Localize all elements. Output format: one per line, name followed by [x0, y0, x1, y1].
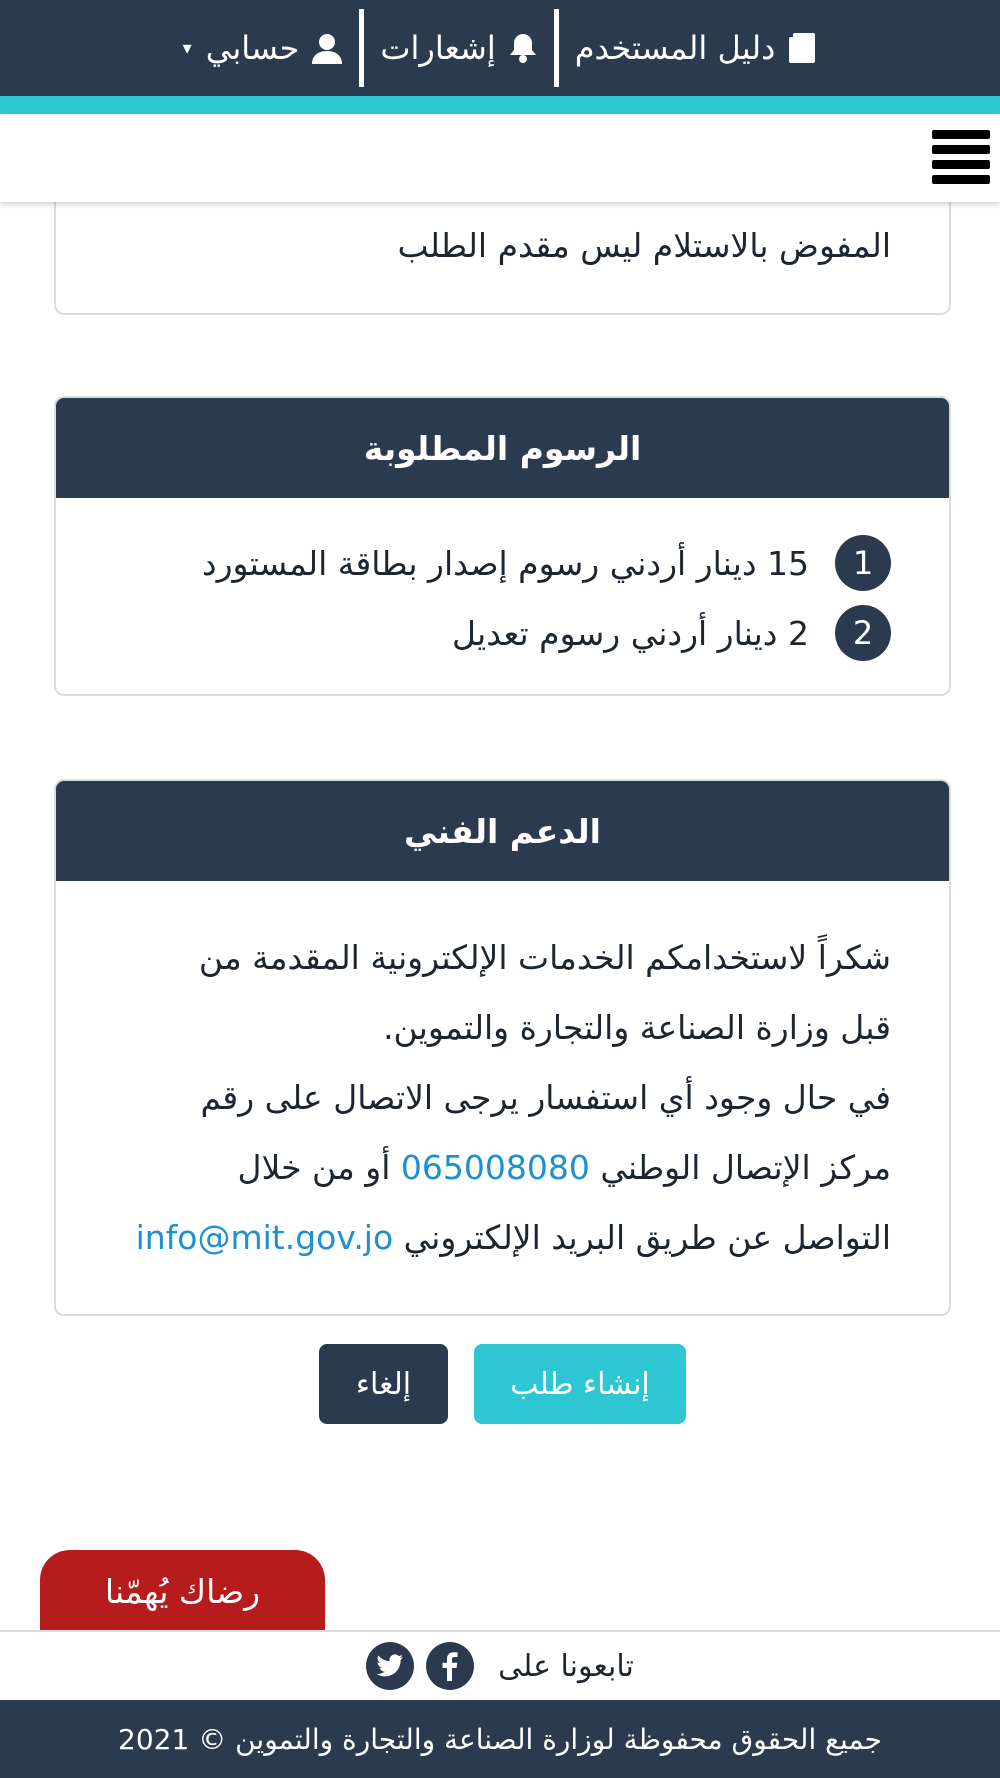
fee-number-badge: 2 [835, 605, 891, 661]
support-line-text: أو من خلال [237, 1148, 391, 1187]
support-line: في حال وجود أي استفسار يرجى الاتصال على … [200, 1078, 891, 1117]
cancel-button[interactable]: إلغاء [319, 1344, 448, 1424]
feedback-button[interactable]: رضاك يُهمّنا [40, 1550, 325, 1632]
user-guide-label: دليل المستخدم [574, 29, 776, 67]
fee-item: 1 15 دينار أردني رسوم إصدار بطاقة المستو… [56, 528, 949, 598]
fees-card: الرسوم المطلوبة 1 15 دينار أردني رسوم إص… [54, 396, 951, 696]
user-icon [312, 34, 343, 64]
fees-title: الرسوم المطلوبة [56, 398, 949, 498]
menu-bar [932, 160, 990, 169]
top-nav-bar: دليل المستخدم إشعارات حسابي ▾ [0, 0, 1000, 96]
facebook-icon[interactable] [426, 1642, 475, 1690]
support-title: الدعم الفني [56, 781, 949, 881]
fees-list: 1 15 دينار أردني رسوم إصدار بطاقة المستو… [56, 498, 949, 668]
follow-label: تابعونا على [498, 1648, 634, 1684]
footer: جميع الحقوق محفوظة لوزارة الصناعة والتجا… [0, 1700, 1000, 1778]
account-label: حسابي [205, 29, 300, 67]
menu-icon[interactable] [932, 130, 990, 184]
book-icon [789, 33, 816, 63]
chevron-down-icon: ▾ [182, 37, 192, 59]
conditions-text: المفوض بالاستلام ليس مقدم الطلب [397, 226, 891, 265]
menu-bar [932, 175, 990, 184]
notifications-label: إشعارات [380, 29, 496, 67]
support-line: التواصل عن طريق البريد الإلكتروني info@m… [110, 1203, 891, 1273]
support-body: شكراً لاستخدامكم الخدمات الإلكترونية الم… [56, 881, 949, 1273]
phone-link[interactable]: 065008080 [401, 1148, 590, 1187]
bell-icon [509, 34, 536, 63]
topbar-divider [553, 9, 559, 87]
notifications-link[interactable]: إشعارات [364, 29, 553, 67]
support-line: مركز الإتصال الوطني 065008080 أو من خلال [110, 1133, 891, 1203]
support-line: شكراً لاستخدامكم الخدمات الإلكترونية الم… [198, 938, 891, 977]
follow-row: تابعونا على [0, 1630, 1000, 1700]
fee-item: 2 2 دينار أردني رسوم تعديل [56, 598, 949, 668]
menu-bar [932, 145, 990, 154]
page: دليل المستخدم إشعارات حسابي ▾ المفوض بال… [0, 0, 1000, 1778]
sub-header [0, 114, 1000, 202]
twitter-icon[interactable] [366, 1642, 415, 1690]
accent-stripe [0, 96, 1000, 114]
fee-text: 15 دينار أردني رسوم إصدار بطاقة المستورد [201, 543, 809, 583]
account-menu[interactable]: حسابي ▾ [167, 29, 360, 67]
copyright-text: جميع الحقوق محفوظة لوزارة الصناعة والتجا… [118, 1722, 882, 1756]
support-line-text: مركز الإتصال الوطني [600, 1148, 891, 1187]
topbar-divider [359, 9, 365, 87]
user-guide-link[interactable]: دليل المستخدم [559, 29, 834, 67]
support-line-text: التواصل عن طريق البريد الإلكتروني [403, 1218, 891, 1257]
support-line: قبل وزارة الصناعة والتجارة والتموين. [383, 1008, 891, 1047]
fee-text: 2 دينار أردني رسوم تعديل [452, 613, 809, 653]
fee-number-badge: 1 [835, 535, 891, 591]
menu-bar [932, 130, 990, 139]
support-card: الدعم الفني شكراً لاستخدامكم الخدمات الإ… [54, 779, 951, 1316]
email-link[interactable]: info@mit.gov.jo [136, 1218, 394, 1257]
create-request-button[interactable]: إنشاء طلب [474, 1344, 686, 1424]
